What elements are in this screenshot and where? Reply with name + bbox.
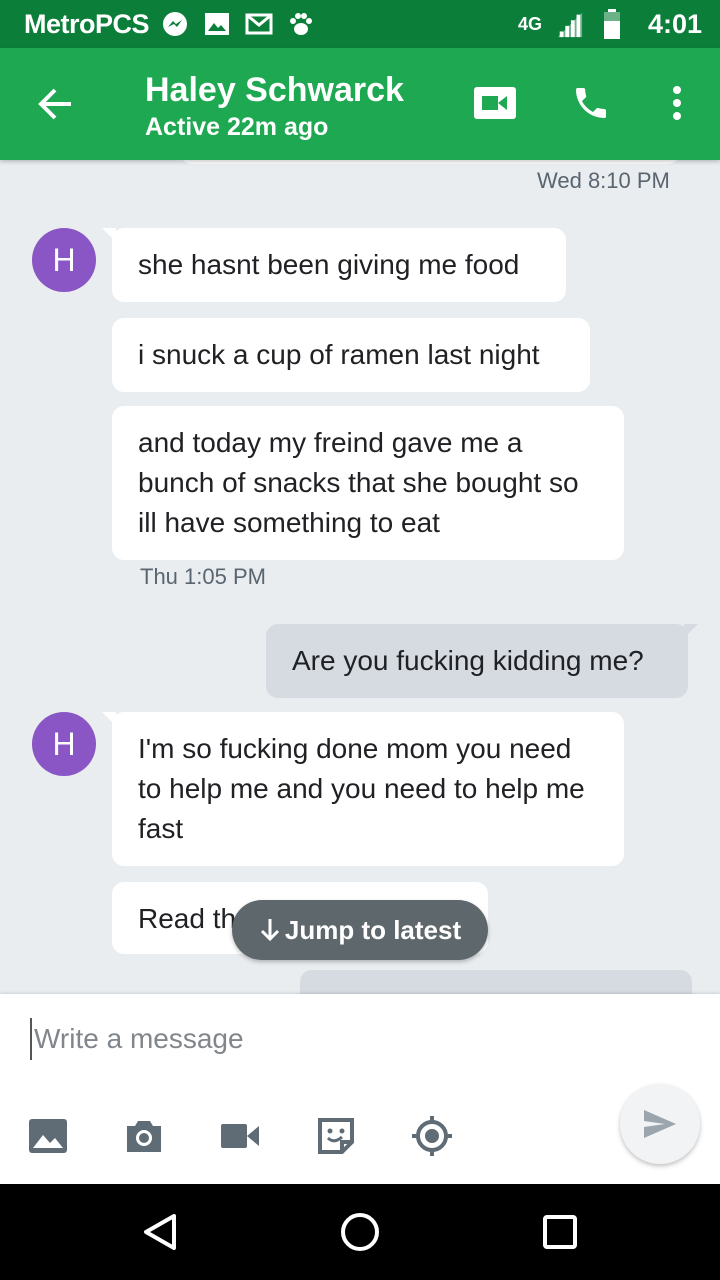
camera-button[interactable]	[122, 1114, 166, 1158]
timestamp: Wed 8:10 PM	[537, 168, 670, 193]
sticker-button[interactable]	[314, 1114, 358, 1158]
conversation-header: Haley Schwarck Active 22m ago	[0, 48, 720, 160]
sticker-icon	[318, 1118, 354, 1154]
more-vert-icon	[673, 86, 681, 120]
message-bubble-partial	[180, 160, 680, 164]
location-button[interactable]	[410, 1114, 454, 1158]
video-call-icon	[474, 87, 516, 119]
timestamp: Thu 1:05 PM	[140, 564, 266, 589]
message-bubble[interactable]: i snuck a cup of ramen last night	[112, 318, 590, 392]
video-icon	[221, 1124, 259, 1148]
home-circle-icon	[341, 1213, 379, 1251]
jump-to-latest-label: Jump to latest	[284, 914, 462, 945]
message-bubble[interactable]: she hasnt been giving me food	[102, 228, 566, 302]
message-input[interactable]	[30, 1018, 590, 1060]
avatar[interactable]: H	[32, 712, 96, 776]
image-icon	[29, 1119, 67, 1153]
battery-icon	[598, 9, 626, 39]
send-button[interactable]	[620, 1084, 700, 1164]
recents-square-icon	[543, 1215, 577, 1249]
message-bubble-sent[interactable]: Are you fucking kidding me?	[266, 624, 698, 698]
carrier-name: MetroPCS	[24, 8, 150, 39]
nav-recents-button[interactable]	[536, 1208, 584, 1256]
network-type: 4G	[517, 13, 542, 34]
avatar[interactable]: H	[32, 228, 96, 292]
nav-home-button[interactable]	[336, 1208, 384, 1256]
contact-name[interactable]: Haley Schwarck	[145, 70, 404, 110]
phone-icon	[576, 88, 606, 118]
image-icon	[203, 10, 231, 38]
contact-status: Active 22m ago	[145, 113, 329, 141]
message-list[interactable]: Wed 8:10 PM H she hasnt been giving me f…	[0, 160, 720, 994]
voice-call-button[interactable]	[566, 78, 616, 128]
camera-icon	[127, 1121, 161, 1152]
back-triangle-icon	[144, 1214, 176, 1250]
jump-to-latest-button[interactable]: Jump to latest	[232, 900, 488, 960]
arrow-down-icon	[260, 919, 279, 942]
video-call-button[interactable]	[470, 78, 520, 128]
messenger-icon	[161, 10, 189, 38]
send-icon	[644, 1110, 676, 1138]
gmail-icon	[245, 10, 273, 38]
video-button[interactable]	[218, 1114, 262, 1158]
system-navigation-bar	[0, 1184, 720, 1280]
attach-image-button[interactable]	[26, 1114, 70, 1158]
back-arrow-icon	[38, 88, 71, 120]
message-bubble-sent-partial	[300, 970, 692, 994]
message-bubble[interactable]: and today my freind gave me a bunch of s…	[112, 406, 624, 560]
back-button[interactable]	[30, 82, 80, 126]
signal-icon	[556, 10, 584, 38]
message-bubble[interactable]: I'm so fucking done mom you need to help…	[102, 712, 624, 866]
clock: 4:01	[647, 8, 702, 39]
composer	[0, 994, 720, 1184]
location-icon	[412, 1116, 452, 1156]
more-options-button[interactable]	[652, 78, 702, 128]
paw-icon	[287, 10, 315, 38]
nav-back-button[interactable]	[136, 1208, 184, 1256]
status-bar: MetroPCS 4G 4:01	[0, 0, 720, 48]
